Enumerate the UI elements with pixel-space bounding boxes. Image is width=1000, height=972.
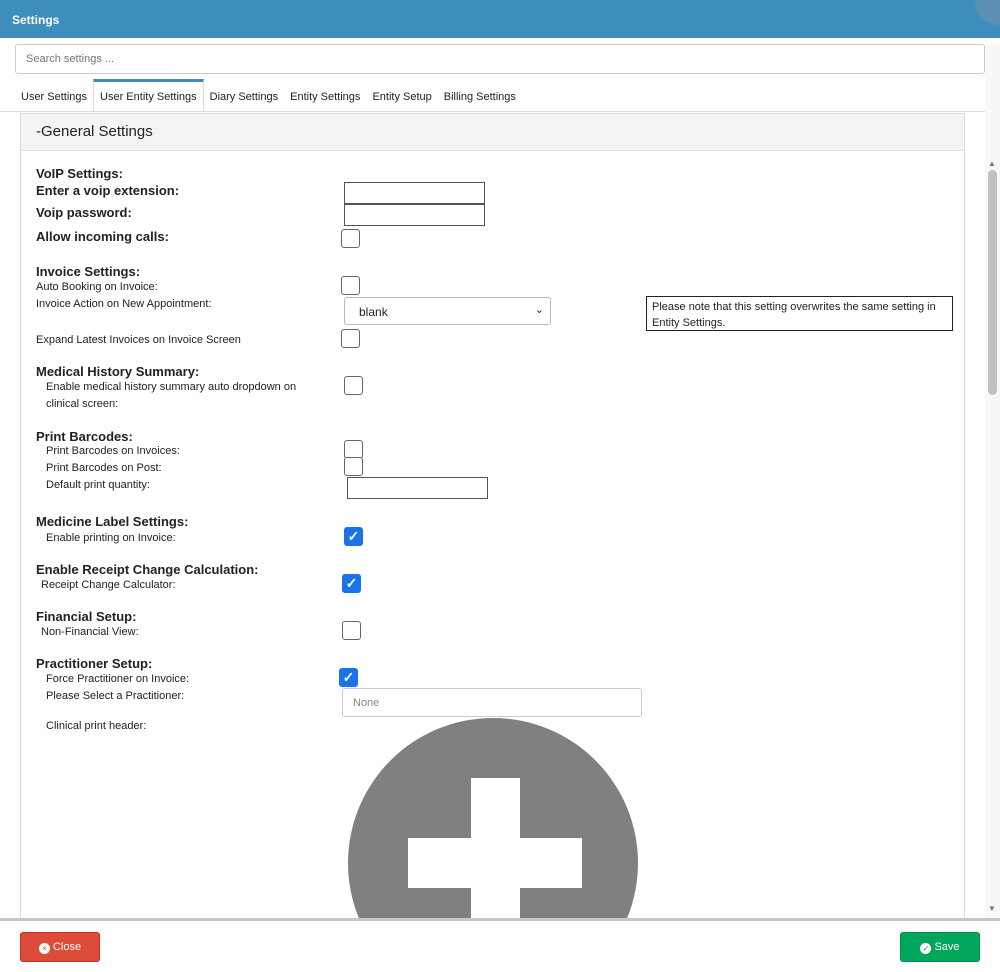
close-label: Close bbox=[52, 941, 82, 953]
barcodes-invoices-label: Print Barcodes on Invoices: bbox=[46, 445, 180, 457]
close-button[interactable]: × Close bbox=[20, 932, 100, 962]
voip-password-label: Voip password: bbox=[36, 205, 132, 220]
voip-extension-label: Enter a voip extension: bbox=[36, 183, 180, 198]
chevron-down-icon: ⌄ bbox=[534, 304, 544, 316]
add-image-icon[interactable] bbox=[348, 718, 638, 918]
allow-incoming-checkbox[interactable] bbox=[341, 229, 360, 248]
invoice-heading: Invoice Settings: bbox=[36, 264, 141, 279]
practitioner-heading: Practitioner Setup: bbox=[36, 656, 153, 671]
expand-invoices-label: Expand Latest Invoices on Invoice Screen bbox=[36, 334, 241, 346]
receipt-heading: Enable Receipt Change Calculation: bbox=[36, 562, 259, 577]
allow-incoming-label: Allow incoming calls: bbox=[36, 229, 169, 244]
clinical-header-label: Clinical print header: bbox=[46, 720, 147, 732]
barcodes-heading: Print Barcodes: bbox=[36, 429, 133, 444]
tab-user-settings[interactable]: User Settings bbox=[15, 79, 93, 111]
non-financial-label: Non-Financial View: bbox=[41, 626, 139, 638]
auto-booking-label: Auto Booking on Invoice: bbox=[36, 281, 158, 293]
invoice-action-select[interactable]: blank ⌄ bbox=[344, 297, 551, 325]
save-label: Save bbox=[934, 941, 960, 953]
close-icon: × bbox=[38, 943, 50, 954]
scroll-up-icon[interactable]: ▲ bbox=[988, 159, 996, 168]
plus-horizontal bbox=[408, 838, 582, 888]
dialog-title: Settings bbox=[12, 13, 60, 27]
barcodes-post-label: Print Barcodes on Post: bbox=[46, 462, 162, 474]
invoice-note: Please note that this setting overwrites… bbox=[646, 296, 953, 331]
medicine-heading: Medicine Label Settings: bbox=[36, 514, 189, 529]
search-input[interactable] bbox=[15, 44, 985, 74]
medical-heading: Medical History Summary: bbox=[36, 364, 200, 379]
tab-entity-settings[interactable]: Entity Settings bbox=[284, 79, 366, 111]
scrollbar-thumb[interactable] bbox=[988, 170, 997, 395]
non-financial-checkbox[interactable] bbox=[342, 621, 361, 640]
panel-header[interactable]: -General Settings bbox=[21, 114, 964, 151]
tab-diary-settings[interactable]: Diary Settings bbox=[204, 79, 284, 111]
receipt-calc-label: Receipt Change Calculator: bbox=[41, 579, 176, 591]
print-quantity-input[interactable] bbox=[347, 477, 488, 499]
tab-billing-settings[interactable]: Billing Settings bbox=[438, 79, 522, 111]
tab-entity-setup[interactable]: Entity Setup bbox=[366, 79, 437, 111]
force-practitioner-checkbox[interactable]: ✓ bbox=[339, 668, 358, 687]
invoice-action-label: Invoice Action on New Appointment: bbox=[36, 298, 212, 310]
practitioner-select[interactable]: None bbox=[342, 688, 642, 717]
check-icon: ✓ bbox=[920, 943, 932, 954]
medical-summary-checkbox[interactable] bbox=[344, 376, 363, 395]
expand-invoices-checkbox[interactable] bbox=[341, 329, 360, 348]
invoice-action-value: blank bbox=[359, 305, 388, 319]
voip-password-input[interactable] bbox=[344, 204, 485, 226]
auto-booking-checkbox[interactable] bbox=[341, 276, 360, 295]
tab-divider bbox=[0, 111, 985, 112]
tab-user-entity-settings[interactable]: User Entity Settings bbox=[93, 79, 204, 111]
select-practitioner-label: Please Select a Practitioner: bbox=[46, 690, 185, 702]
medical-label-line2: clinical screen: bbox=[46, 398, 119, 410]
voip-heading: VoIP Settings: bbox=[36, 166, 123, 181]
footer-divider bbox=[0, 918, 1000, 921]
panel-title: General Settings bbox=[41, 123, 153, 140]
header-decoration bbox=[975, 0, 1000, 25]
medicine-enable-checkbox[interactable]: ✓ bbox=[344, 527, 363, 546]
print-quantity-label: Default print quantity: bbox=[46, 479, 150, 491]
medicine-enable-label: Enable printing on Invoice: bbox=[46, 532, 176, 544]
scroll-down-icon[interactable]: ▼ bbox=[988, 904, 996, 913]
force-practitioner-label: Force Practitioner on Invoice: bbox=[46, 673, 190, 685]
save-button[interactable]: ✓ Save bbox=[900, 932, 980, 962]
dialog-header: Settings bbox=[0, 0, 1000, 38]
financial-heading: Financial Setup: bbox=[36, 609, 137, 624]
medical-label-line1: Enable medical history summary auto drop… bbox=[46, 381, 297, 393]
receipt-calc-checkbox[interactable]: ✓ bbox=[342, 574, 361, 593]
voip-extension-input[interactable] bbox=[344, 182, 485, 204]
scrollbar[interactable]: ▲ ▼ bbox=[985, 44, 1000, 918]
barcodes-post-checkbox[interactable] bbox=[344, 457, 363, 476]
tab-bar: User Settings User Entity Settings Diary… bbox=[15, 79, 522, 111]
